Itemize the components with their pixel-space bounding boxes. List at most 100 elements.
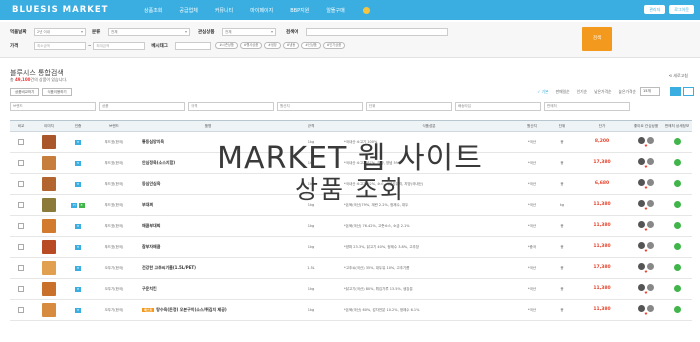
origin-cell: *국산 xyxy=(527,265,537,270)
origin-filter[interactable]: 원산지 xyxy=(277,102,363,111)
price-range-sep: ~ xyxy=(88,43,92,48)
sort-default[interactable]: ✓ 기본 xyxy=(537,89,548,95)
count-suffix: 건의 상품이 있습니다. xyxy=(30,77,68,82)
product-thumbnail[interactable] xyxy=(42,239,56,254)
site-logo[interactable]: BLUESIS MARKET xyxy=(12,5,132,15)
seller-info-icon[interactable] xyxy=(673,306,681,313)
spec-cell: 1kg xyxy=(307,224,315,228)
sort-sales[interactable]: 판매일순 xyxy=(556,89,570,95)
like-icon[interactable] xyxy=(638,220,645,228)
unit-cell: 봉 xyxy=(560,307,564,312)
brand-cell: 오뚜기(한국) xyxy=(104,286,124,291)
table-row[interactable]: H 오뚜기(한국) 건강한 고추씨기름(1.5L/PET) 1.5L *고추씨(… xyxy=(10,258,692,279)
bookmark-icon[interactable] xyxy=(647,220,654,228)
keyword-label: 검색어 xyxy=(286,29,299,35)
count-value: 49,100 xyxy=(14,77,31,82)
delivery-filter[interactable]: 배송타입 xyxy=(455,102,541,111)
seller-info-icon[interactable] xyxy=(673,264,681,271)
product-name-link[interactable]: 건강한 고추씨기름(1.5L/PET) xyxy=(138,265,278,271)
table-row[interactable]: H 푸드표(한국) 참부자매콤 1kg *양파 23.3%, 닭고기 40%, … xyxy=(10,237,692,258)
interest-label: 관심상품 xyxy=(198,29,215,35)
price-label: 가격 xyxy=(10,43,19,49)
seller-info-icon[interactable] xyxy=(673,285,681,292)
food-use-button[interactable]: 식품이용하기 xyxy=(42,88,72,96)
compare-checkbox[interactable] xyxy=(18,264,24,271)
product-name-link[interactable]: 베스트 탕수육(돈정) 오븐구이(소스/튀김지 제공) xyxy=(138,307,278,313)
origin-cell: *국산 xyxy=(527,223,537,228)
bookmark-icon[interactable] xyxy=(647,283,654,291)
nav-item-products[interactable]: 상품조회 xyxy=(144,7,162,14)
date-select[interactable]: 2년 이내 xyxy=(34,27,86,36)
tag-chip[interactable]: #시즌상품 xyxy=(215,42,238,49)
sort-price-desc[interactable]: 높은가격순 xyxy=(619,89,636,95)
product-thumbnail[interactable] xyxy=(42,281,56,296)
table-row[interactable]: H 오뚜기(한국) 구운치킨 1kg *닭고기(국산) 80%, 튀김가루 13… xyxy=(10,279,692,300)
logout-button[interactable]: 로그아웃 xyxy=(669,5,694,14)
interest-select[interactable]: 전체 xyxy=(222,27,276,36)
product-name-link[interactable]: 매콤부대찌 xyxy=(138,223,278,229)
admin-button[interactable]: 관리자 xyxy=(644,5,666,14)
like-icon[interactable] xyxy=(638,241,645,249)
keyword-input[interactable] xyxy=(306,27,448,36)
search-filter-panel: 먹을날짜 2년 이내 분류 전체 관심상품 전체 검색어 가격 최소금액 ~ 최… xyxy=(0,22,700,58)
price-cell: 11,380 xyxy=(593,286,611,291)
price-max-input[interactable]: 최대금액 xyxy=(93,41,146,50)
unit-cell: 봉 xyxy=(560,223,564,228)
unit-cell: 봉 xyxy=(560,265,564,270)
table-row[interactable]: H 푸드표(한국) 매콤부대찌 1kg *돈육(국산) 76.42%, 고춧소스… xyxy=(10,216,692,237)
bookmark-icon[interactable] xyxy=(647,241,654,249)
price-cell: 11,380 xyxy=(593,223,611,228)
compare-checkbox[interactable] xyxy=(18,285,24,292)
product-thumbnail[interactable] xyxy=(42,302,56,317)
sort-popular[interactable]: 인기순 xyxy=(577,89,587,95)
compare-button[interactable]: 상품비교하기 xyxy=(10,88,40,96)
tag-chip[interactable]: #인기상품 xyxy=(322,42,346,49)
nav-item-bbp[interactable]: BBP지원 xyxy=(290,7,309,14)
like-icon[interactable] xyxy=(638,304,645,312)
tag-chip[interactable]: #냉장 xyxy=(264,42,281,49)
product-name-link[interactable]: 참부자매콤 xyxy=(138,244,278,250)
bookmark-icon[interactable] xyxy=(647,262,654,270)
refresh-link[interactable]: ⟲ 새로고침 xyxy=(669,73,688,79)
nav-item-mypage[interactable]: 마이페이지 xyxy=(250,7,273,14)
like-icon[interactable] xyxy=(638,262,645,270)
table-header: 비교 이미지 인증 브랜드 품명 규격 식품성분 원산지 단위 단가 좋아요 관… xyxy=(10,120,692,132)
spec-filter[interactable]: 규격 xyxy=(188,102,274,111)
col-compare: 비교 xyxy=(17,123,25,128)
like-icon[interactable] xyxy=(638,283,645,291)
spec-cell: 1kg xyxy=(307,245,315,249)
compare-checkbox[interactable] xyxy=(18,243,24,250)
price-min-input[interactable]: 최소금액 xyxy=(34,41,86,50)
tag-chip[interactable]: #냉동 xyxy=(282,42,300,49)
bookmark-icon[interactable] xyxy=(647,304,654,312)
sort-price-asc[interactable]: 낮은가격순 xyxy=(594,89,611,95)
search-button[interactable]: 검색 xyxy=(582,27,612,51)
product-name-link[interactable]: 구운치킨 xyxy=(138,286,278,292)
grid-view-icon[interactable] xyxy=(683,87,694,96)
page-size-select[interactable]: 15개 xyxy=(640,87,660,96)
tag-chip[interactable]: #신상품 xyxy=(301,42,321,49)
nav-item-community[interactable]: 커뮤니티 xyxy=(215,7,233,14)
nav-item-deals[interactable]: 알뜰구매 xyxy=(326,6,386,14)
tag-chip[interactable]: #행사상품 xyxy=(239,42,263,49)
heart-icon: ♥ xyxy=(644,248,648,253)
brand-filter[interactable]: 브랜드 xyxy=(10,102,96,111)
list-view-icon[interactable] xyxy=(670,87,681,96)
compare-checkbox[interactable] xyxy=(18,306,24,313)
cert-badge-icon: H xyxy=(75,223,81,229)
product-filter[interactable]: 상품 xyxy=(99,102,185,111)
unit-filter[interactable]: 단위 xyxy=(366,102,452,111)
seller-filter[interactable]: 판매처 xyxy=(544,102,630,111)
category-label: 분류 xyxy=(92,29,101,35)
compare-checkbox[interactable] xyxy=(18,222,24,229)
spec-cell: 1kg xyxy=(307,287,315,291)
product-thumbnail[interactable] xyxy=(42,218,56,233)
seller-info-icon[interactable] xyxy=(673,222,681,229)
product-thumbnail[interactable] xyxy=(42,260,56,275)
nav-item-suppliers[interactable]: 공급업체 xyxy=(179,7,197,14)
col-cert: 인증 xyxy=(74,123,82,128)
seller-info-icon[interactable] xyxy=(673,243,681,250)
table-row[interactable]: H 오뚜기(한국) 베스트 탕수육(돈정) 오븐구이(소스/튀김지 제공) 1kg… xyxy=(10,300,692,321)
tag-input[interactable] xyxy=(175,41,212,50)
category-select[interactable]: 전체 xyxy=(108,27,190,36)
